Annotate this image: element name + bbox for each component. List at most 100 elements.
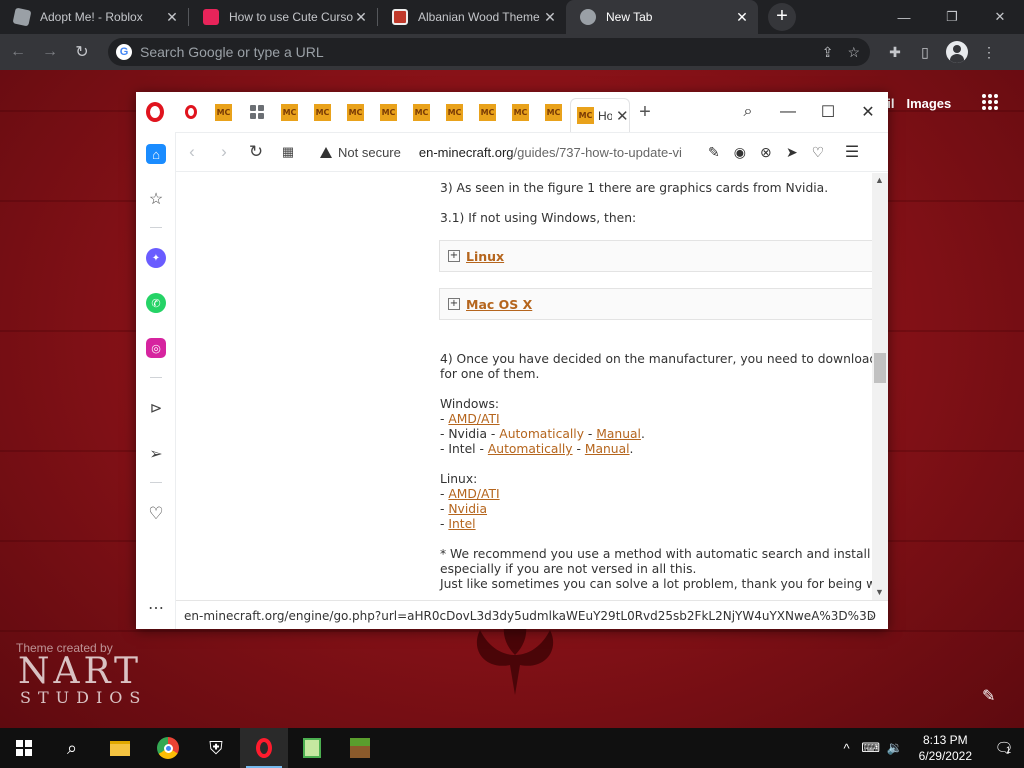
more-icon[interactable]: ⋯ <box>146 598 166 618</box>
opera-tab-active[interactable]: MC Ho ✕ <box>570 98 630 132</box>
opera-tab-mc[interactable]: MC <box>438 92 471 132</box>
minecraft-taskbar-button[interactable] <box>336 728 384 768</box>
file-explorer-button[interactable] <box>96 728 144 768</box>
opera-tab-mc[interactable]: MC <box>372 92 405 132</box>
opera-tab-mc[interactable]: MC <box>405 92 438 132</box>
intel-manual-link[interactable]: Manual <box>585 442 630 456</box>
search-button[interactable]: ⌕ <box>48 728 96 768</box>
notepad-icon <box>303 738 321 758</box>
easy-setup-icon[interactable]: ☰ <box>845 142 859 162</box>
heart-icon[interactable]: ♡ <box>809 144 827 161</box>
linux-amd-row: - AMD/ATI <box>440 487 500 501</box>
customize-pencil-icon[interactable]: ✎ <box>982 686 1002 706</box>
opera-new-tab-button[interactable]: + <box>630 101 660 124</box>
close-tab-icon[interactable]: ✕ <box>734 9 750 26</box>
player-icon[interactable]: ⊳ <box>146 398 166 418</box>
spoiler-mac[interactable]: + Mac OS X <box>439 288 872 320</box>
heart-icon[interactable]: ♡ <box>146 504 166 524</box>
amd-link[interactable]: AMD/ATI <box>448 412 499 426</box>
edit-icon[interactable]: ✎ <box>705 144 723 161</box>
opera-tab-speed-dial[interactable] <box>240 92 273 132</box>
back-icon[interactable]: ← <box>4 43 32 61</box>
separator: - <box>572 442 585 456</box>
restore-icon[interactable]: ❐ <box>928 9 976 25</box>
side-panel-icon[interactable]: ▯ <box>910 44 940 61</box>
opera-tab-mc[interactable]: MC <box>504 92 537 132</box>
google-apps-icon[interactable] <box>982 94 998 110</box>
chrome-taskbar-button[interactable] <box>144 728 192 768</box>
forward-icon[interactable]: › <box>208 142 240 162</box>
chrome-tab-new-tab[interactable]: New Tab ✕ <box>566 0 758 34</box>
close-tab-icon[interactable]: ✕ <box>542 9 558 26</box>
home-icon[interactable]: ⌂ <box>146 144 166 164</box>
close-tab-icon[interactable]: ✕ <box>164 9 180 26</box>
whatsapp-icon[interactable]: ✆ <box>146 293 166 313</box>
security-label: Not secure <box>338 144 401 160</box>
opera-tab-mc[interactable]: MC <box>207 92 240 132</box>
nvidia-automatically-link[interactable]: Automatically <box>499 427 584 441</box>
close-window-icon[interactable]: ✕ <box>848 102 888 122</box>
chrome-menu-icon[interactable]: ⋮ <box>974 44 1004 61</box>
url-field[interactable]: en-minecraft.org/guides/737-how-to-updat… <box>419 145 697 160</box>
search-tabs-icon[interactable]: ⌕ <box>728 103 768 121</box>
extensions-icon[interactable]: ✚ <box>880 44 910 61</box>
opera-tab-mc[interactable]: MC <box>273 92 306 132</box>
opera-taskbar-button[interactable] <box>240 728 288 768</box>
forward-icon[interactable]: → <box>36 43 64 61</box>
opera-tab-mc[interactable]: MC <box>537 92 570 132</box>
profile-avatar[interactable] <box>946 41 968 63</box>
tabs-grid-icon[interactable]: ▦ <box>272 144 304 160</box>
page-scrollbar[interactable]: ▲ ▼ <box>872 173 888 600</box>
notepad-taskbar-button[interactable] <box>288 728 336 768</box>
close-tab-icon[interactable]: ✕ <box>616 107 629 125</box>
minimize-icon[interactable]: — <box>880 10 928 25</box>
reload-icon[interactable]: ↻ <box>240 142 272 162</box>
reload-icon[interactable]: ↻ <box>68 42 96 62</box>
chrome-tab-roblox[interactable]: Adopt Me! - Roblox ✕ <box>0 0 188 34</box>
network-icon[interactable]: ⌨ <box>859 740 883 756</box>
security-indicator[interactable]: Not secure <box>320 145 401 160</box>
send-icon[interactable]: ➤ <box>783 144 801 161</box>
start-button[interactable] <box>0 728 48 768</box>
scroll-down-icon[interactable]: ▼ <box>875 587 884 597</box>
spoiler-linux[interactable]: + Linux <box>439 240 872 272</box>
address-bar-actions: ✎ ◉ ⊗ ➤ ♡ <box>705 144 827 161</box>
instagram-icon[interactable]: ◎ <box>146 338 166 358</box>
new-tab-button[interactable]: + <box>768 3 796 31</box>
opera-tab-mc[interactable]: MC <box>306 92 339 132</box>
messenger-icon[interactable]: ✦ <box>146 248 166 268</box>
scroll-up-icon[interactable]: ▲ <box>875 175 884 185</box>
nvidia-manual-link[interactable]: Manual <box>596 427 641 441</box>
close-window-icon[interactable]: ✕ <box>976 9 1024 25</box>
share-icon[interactable]: ⇪ <box>822 44 834 61</box>
adblock-icon[interactable]: ⊗ <box>757 144 775 161</box>
omnibox-placeholder: Search Google or type a URL <box>140 44 324 60</box>
chrome-tab-albanian-theme[interactable]: Albanian Wood Theme ✕ <box>378 0 566 34</box>
security-taskbar-button[interactable]: ⛨ <box>192 728 240 768</box>
chrome-tab-cute-cursors[interactable]: How to use Cute Cursors ✕ <box>189 0 377 34</box>
linux-amd-link[interactable]: AMD/ATI <box>448 487 499 501</box>
clock[interactable]: 8:13 PM 6/29/2022 <box>919 732 972 764</box>
bookmark-star-icon[interactable]: ☆ <box>847 44 860 61</box>
minimize-icon[interactable]: — <box>768 103 808 121</box>
snapshot-icon[interactable]: ◉ <box>731 144 749 161</box>
close-tab-icon[interactable]: ✕ <box>353 9 369 26</box>
volume-icon[interactable]: 🔉 <box>883 740 907 756</box>
flow-send-icon[interactable]: ➢ <box>146 444 166 464</box>
opera-tab-mc[interactable]: MC <box>471 92 504 132</box>
period: . <box>640 427 645 441</box>
maximize-icon[interactable]: ☐ <box>808 102 848 122</box>
linux-intel-link[interactable]: Intel <box>448 517 475 531</box>
notification-center-button[interactable]: 🗨 1 <box>984 739 1024 757</box>
chevron-up-icon[interactable]: ^ <box>835 741 859 756</box>
scroll-thumb[interactable] <box>874 353 886 383</box>
omnibox[interactable]: G Search Google or type a URL ⇪ ☆ <box>108 38 870 66</box>
bookmarks-icon[interactable]: ☆ <box>146 189 166 209</box>
intel-automatically-link[interactable]: Automatically <box>488 442 573 456</box>
images-link[interactable]: Images <box>906 96 951 111</box>
linux-nvidia-link[interactable]: Nvidia <box>448 502 487 516</box>
opera-menu-logo[interactable] <box>136 92 174 132</box>
back-icon[interactable]: ‹ <box>176 142 208 162</box>
opera-tab-mc[interactable]: MC <box>339 92 372 132</box>
opera-tab-opera[interactable] <box>174 92 207 132</box>
